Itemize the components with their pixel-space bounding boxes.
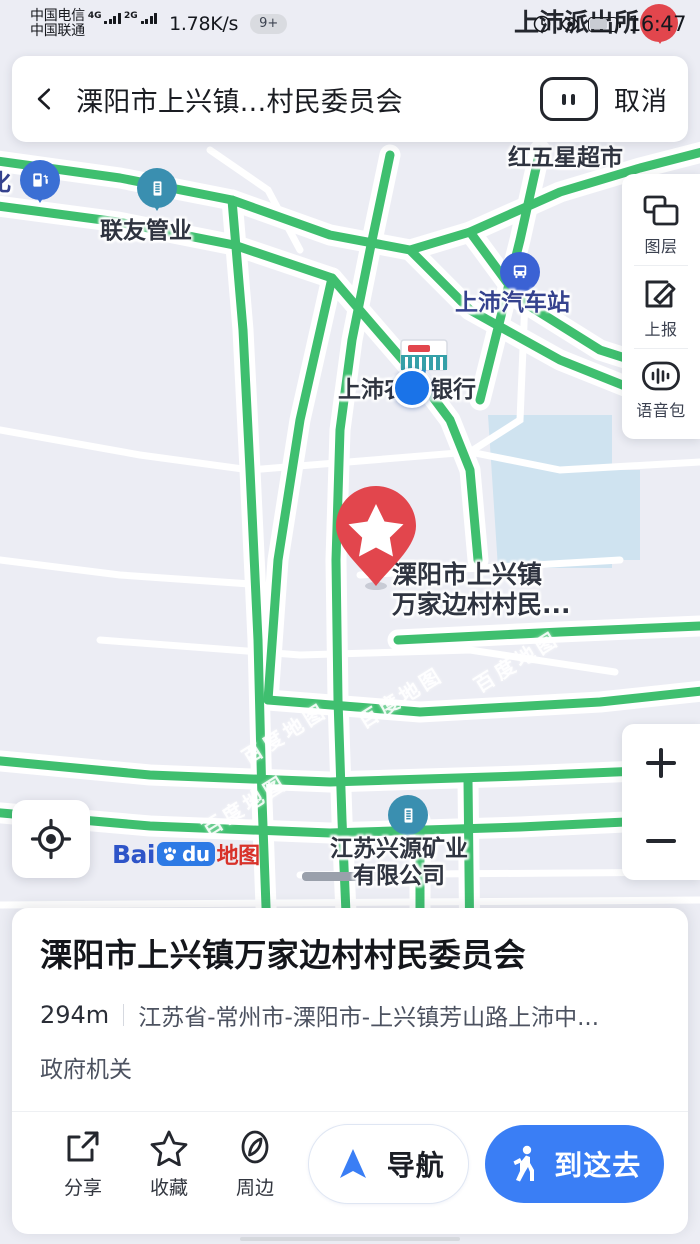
logo-du-text: du: [182, 842, 210, 866]
action-nearby[interactable]: 周边: [212, 1128, 298, 1200]
carrier-2-network: 2G: [123, 10, 138, 21]
carrier-1-name: 中国电信: [30, 8, 85, 25]
tool-voice-label: 语音包: [636, 401, 686, 420]
action-share-label: 分享: [63, 1177, 102, 1199]
navigation-arrow-icon: [339, 1149, 366, 1178]
locate-me-button[interactable]: [12, 800, 90, 878]
map-poi-lianyou[interactable]: [137, 168, 177, 220]
map-tool-panel: 图层 上报 语音包: [622, 174, 700, 439]
zoom-out-button[interactable]: [622, 802, 700, 880]
battery-icon: [587, 16, 621, 32]
voice-package-icon: [642, 361, 680, 391]
signal-bars-1: [104, 12, 121, 24]
map-poi-label-gas: 化: [0, 170, 11, 197]
action-favorite-label: 收藏: [149, 1177, 188, 1199]
navigate-button-label: 导航: [386, 1149, 445, 1182]
map-poi-label-mining: 江苏兴源矿业 有限公司: [330, 836, 468, 890]
walking-person-icon: [513, 1145, 535, 1182]
place-category: 政府机关: [40, 1057, 132, 1084]
search-input[interactable]: 溧阳市上兴镇...村民委员会: [76, 80, 540, 119]
map-poi-label-lianyou: 联友管业: [100, 218, 192, 244]
status-bar-right: 16:47: [532, 12, 687, 36]
carrier-2-name: 中国联通: [30, 23, 85, 39]
go-here-button[interactable]: 到这去: [485, 1125, 664, 1203]
go-here-button-label: 到这去: [554, 1149, 642, 1182]
alarm-icon: [533, 15, 551, 33]
tool-voice-package[interactable]: 语音包: [622, 348, 700, 429]
tool-report-label: 上报: [644, 320, 678, 339]
carrier-1-network: 4G: [87, 10, 102, 21]
place-address: 江苏省-常州市-溧阳市-上兴镇芳山路上沛中...: [138, 1005, 600, 1032]
meta-divider: [123, 1004, 125, 1027]
map-poi-gas-station[interactable]: [20, 160, 60, 212]
place-meta: 294m 江苏省-常州市-溧阳市-上兴镇芳山路上沛中...: [40, 998, 660, 1032]
place-detail-card: 溧阳市上兴镇万家边村村民委员会 294m 江苏省-常州市-溧阳市-上兴镇芳山路上…: [12, 908, 688, 1234]
zoom-control: [622, 724, 700, 880]
report-edit-icon: [645, 280, 676, 308]
action-share[interactable]: 分享: [40, 1128, 126, 1200]
layers-icon: [643, 195, 679, 226]
search-bar[interactable]: 溧阳市上兴镇...村民委员会 取消: [12, 56, 688, 142]
baidu-map-logo: Bai du 地图: [112, 838, 260, 870]
chevron-left-icon[interactable]: [32, 86, 58, 112]
zoom-in-button[interactable]: [622, 724, 700, 802]
map-poi-label-hongwuxing[interactable]: 红五星超市: [508, 145, 623, 172]
logo-du: du: [157, 842, 215, 866]
app-screen: 百度地图 百度地图 百度地图 百度地图 化: [0, 0, 700, 1244]
place-title: 溧阳市上兴镇万家边村村民委员会: [40, 936, 527, 974]
cancel-button[interactable]: 取消: [614, 81, 668, 118]
crosshair-locate-icon: [30, 818, 72, 860]
logo-ditu: 地图: [216, 844, 261, 869]
tool-layers-label: 图层: [644, 237, 678, 256]
logo-bai: Bai: [112, 839, 156, 869]
star-pin-icon: [336, 486, 416, 590]
tool-layers[interactable]: 图层: [622, 182, 700, 265]
share-icon: [67, 1131, 99, 1162]
status-bar: 中国电信 4G 2G 中国联通 1.78K/s 9+ 16:47: [0, 0, 700, 48]
place-distance: 294m: [40, 1001, 110, 1030]
card-actions: 分享 收藏 周边 导航 到这去: [40, 1112, 664, 1216]
gas-station-icon: [20, 160, 60, 212]
signal-bars-2: [140, 12, 158, 24]
action-nearby-label: 周边: [235, 1177, 274, 1199]
my-location-dot: [392, 368, 432, 408]
selected-place-marker[interactable]: [330, 482, 422, 598]
tool-report[interactable]: 上报: [622, 265, 700, 348]
star-outline-icon: [150, 1130, 188, 1166]
nearby-compass-icon: [241, 1130, 269, 1164]
eye-icon: [560, 16, 580, 32]
network-speed: 1.78K/s: [169, 13, 239, 35]
notification-badge: 9+: [250, 14, 288, 34]
home-indicator: [240, 1237, 460, 1241]
map-poi-label-bus-station: 上沛汽车站: [455, 290, 570, 316]
voice-search-icon[interactable]: [539, 77, 598, 121]
action-favorite[interactable]: 收藏: [126, 1128, 212, 1200]
carrier-info: 中国电信 4G 2G 中国联通: [30, 8, 158, 39]
navigate-button[interactable]: 导航: [308, 1124, 470, 1204]
status-clock: 16:47: [627, 12, 687, 36]
building-icon: [137, 168, 177, 220]
paw-icon: [163, 846, 177, 861]
